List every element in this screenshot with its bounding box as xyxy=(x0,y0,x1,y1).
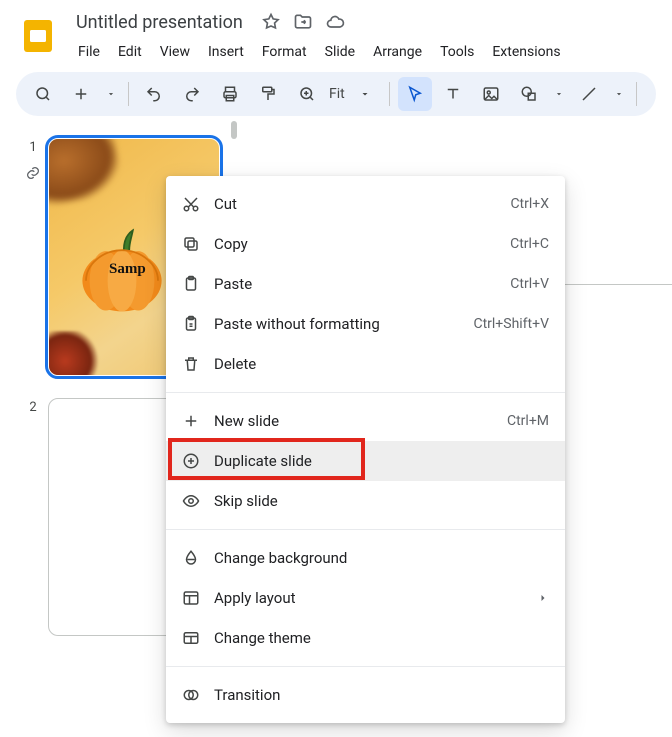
cm-change-background[interactable]: Change background xyxy=(166,538,565,578)
doc-title[interactable]: Untitled presentation xyxy=(70,10,249,35)
delete-icon xyxy=(182,355,208,373)
menu-view[interactable]: View xyxy=(152,40,198,64)
cm-shortcut: Ctrl+C xyxy=(510,236,549,252)
sample-text: Samp xyxy=(109,261,146,278)
search-menus-button[interactable] xyxy=(26,77,60,111)
cm-label: Apply layout xyxy=(214,589,537,607)
cm-copy[interactable]: Copy Ctrl+C xyxy=(166,224,565,264)
undo-button[interactable] xyxy=(137,77,171,111)
cm-label: Skip slide xyxy=(214,492,549,510)
cm-label: Copy xyxy=(214,235,510,253)
submenu-caret-icon xyxy=(537,592,549,604)
cm-label: Cut xyxy=(214,195,510,213)
cm-cut[interactable]: Cut Ctrl+X xyxy=(166,184,565,224)
paste-icon xyxy=(182,275,208,293)
theme-icon xyxy=(182,629,208,647)
toolbar: Fit xyxy=(16,72,656,116)
paste-plain-icon xyxy=(182,315,208,333)
star-icon[interactable] xyxy=(261,12,281,32)
cm-change-theme[interactable]: Change theme xyxy=(166,618,565,658)
menu-arrange[interactable]: Arrange xyxy=(365,40,430,64)
insert-image-button[interactable] xyxy=(474,77,508,111)
cm-transition[interactable]: Transition xyxy=(166,675,565,715)
menu-insert[interactable]: Insert xyxy=(200,40,252,64)
cm-shortcut: Ctrl+X xyxy=(510,196,549,212)
cm-apply-layout[interactable]: Apply layout xyxy=(166,578,565,618)
transition-icon xyxy=(182,686,208,704)
cm-shortcut: Ctrl+Shift+V xyxy=(473,316,549,332)
line-button[interactable] xyxy=(572,77,606,111)
zoom-caret[interactable] xyxy=(353,88,377,100)
select-tool-button[interactable] xyxy=(398,77,432,111)
plus-icon xyxy=(182,412,208,430)
paint-format-button[interactable] xyxy=(251,77,285,111)
redo-button[interactable] xyxy=(175,77,209,111)
print-button[interactable] xyxy=(213,77,247,111)
cm-shortcut: Ctrl+V xyxy=(510,276,549,292)
cm-label: Change theme xyxy=(214,629,549,647)
link-icon xyxy=(25,165,41,181)
cm-label: Transition xyxy=(214,686,549,704)
slide-context-menu: Cut Ctrl+X Copy Ctrl+C Paste Ctrl+V Past… xyxy=(166,176,565,723)
cm-paste-without-formatting[interactable]: Paste without formatting Ctrl+Shift+V xyxy=(166,304,565,344)
textbox-button[interactable] xyxy=(436,77,470,111)
cm-delete[interactable]: Delete xyxy=(166,344,565,384)
menu-format[interactable]: Format xyxy=(254,40,315,64)
cm-label: Delete xyxy=(214,355,549,373)
new-slide-caret[interactable] xyxy=(102,77,120,111)
cm-shortcut: Ctrl+M xyxy=(507,413,549,429)
move-folder-icon[interactable] xyxy=(293,12,313,32)
shape-button[interactable] xyxy=(512,77,546,111)
cloud-status-icon[interactable] xyxy=(325,12,345,32)
cm-label: Duplicate slide xyxy=(214,452,549,470)
layout-icon xyxy=(182,589,208,607)
menu-edit[interactable]: Edit xyxy=(110,40,150,64)
menu-extensions[interactable]: Extensions xyxy=(484,40,568,64)
menubar: File Edit View Insert Format Slide Arran… xyxy=(70,40,656,64)
menu-slide[interactable]: Slide xyxy=(317,40,363,64)
zoom-label[interactable]: Fit xyxy=(323,86,351,102)
cm-label: New slide xyxy=(214,412,507,430)
cm-label: Paste xyxy=(214,275,510,293)
menu-file[interactable]: File xyxy=(70,40,108,64)
cm-new-slide[interactable]: New slide Ctrl+M xyxy=(166,401,565,441)
slide-number: 2 xyxy=(29,400,36,415)
slides-logo[interactable] xyxy=(16,14,60,58)
shape-caret[interactable] xyxy=(550,77,568,111)
cut-icon xyxy=(182,195,208,213)
cm-label: Change background xyxy=(214,549,549,567)
cm-paste[interactable]: Paste Ctrl+V xyxy=(166,264,565,304)
droplet-icon xyxy=(182,549,208,567)
new-slide-button[interactable] xyxy=(64,77,98,111)
menu-tools[interactable]: Tools xyxy=(432,40,482,64)
cm-duplicate-slide[interactable]: Duplicate slide xyxy=(166,441,565,481)
cm-skip-slide[interactable]: Skip slide xyxy=(166,481,565,521)
slide-number: 1 xyxy=(29,140,36,155)
cm-label: Paste without formatting xyxy=(214,315,473,333)
duplicate-icon xyxy=(182,452,208,470)
line-caret[interactable] xyxy=(610,77,628,111)
eye-icon xyxy=(182,492,208,510)
copy-icon xyxy=(182,235,208,253)
zoom-button[interactable] xyxy=(293,77,321,111)
